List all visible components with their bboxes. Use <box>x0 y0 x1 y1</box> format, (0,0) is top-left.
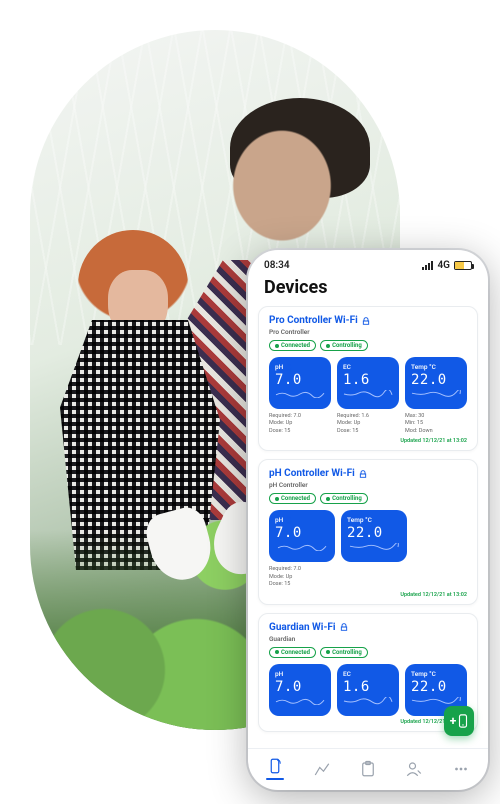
sparkline <box>343 390 393 398</box>
tab-more[interactable] <box>444 760 478 778</box>
status-bar: 08:34 4G <box>248 250 488 275</box>
device-card[interactable]: pH Controller Wi-Fi pH Controller Connec… <box>258 459 478 604</box>
metric-value: 1.6 <box>343 372 370 388</box>
metric-tile-ec[interactable]: EC 1.6 <box>337 357 399 409</box>
metric-value: 7.0 <box>275 525 302 541</box>
sparkline <box>275 390 325 398</box>
device-card[interactable]: Pro Controller Wi-Fi Pro Controller Conn… <box>258 306 478 451</box>
updated-label: Updated 12/12/21 at 13:02 <box>269 438 467 444</box>
chart-icon <box>313 760 331 778</box>
status-controlling-pill: Controlling <box>320 647 368 658</box>
metric-tile-ph[interactable]: pH 7.0 <box>269 357 331 409</box>
lock-icon <box>285 363 293 371</box>
device-icon <box>458 714 468 728</box>
lock-icon <box>285 516 293 524</box>
metric-tile-ph[interactable]: pH 7.0 <box>269 510 335 562</box>
device-title: Pro Controller Wi-Fi <box>269 315 358 326</box>
metric-tile-temp[interactable]: Temp °C 22.0 <box>405 357 467 409</box>
device-title: pH Controller Wi-Fi <box>269 468 355 479</box>
metric-meta: Max: 30Min: 15Mod: Down <box>405 413 467 435</box>
status-connected-pill: Connected <box>269 340 316 351</box>
device-list[interactable]: Pro Controller Wi-Fi Pro Controller Conn… <box>248 306 488 748</box>
network-label: 4G <box>437 260 450 271</box>
metric-tile-temp[interactable]: Temp °C 22.0 <box>341 510 407 562</box>
tab-bar <box>248 748 488 790</box>
user-edit-icon <box>405 760 423 778</box>
metric-meta: Required: 1.6Mode: UpDose: 15 <box>337 413 399 435</box>
tab-charts[interactable] <box>305 760 339 778</box>
sparkline <box>275 697 325 705</box>
status-controlling-pill: Controlling <box>320 340 368 351</box>
metric-meta: Required: 7.0Mode: UpDose: 15 <box>269 413 331 435</box>
metric-value: 22.0 <box>347 525 383 541</box>
clipboard-icon <box>359 760 377 778</box>
metric-value: 1.6 <box>343 679 370 695</box>
device-subtitle: pH Controller <box>269 481 467 489</box>
metric-value: 7.0 <box>275 679 302 695</box>
phone-mockup: 08:34 4G Devices Pro Controller Wi-Fi Pr… <box>248 250 488 790</box>
metric-value: 22.0 <box>411 372 447 388</box>
devices-icon <box>266 757 284 775</box>
updated-label: Updated 12/12/21 at 13:02 <box>269 719 467 725</box>
wifi-lock-icon <box>362 317 370 325</box>
signal-icon <box>422 261 433 270</box>
metric-value: 7.0 <box>275 372 302 388</box>
add-device-button[interactable]: + <box>444 706 474 736</box>
battery-icon <box>454 261 472 270</box>
metric-tile-ph[interactable]: pH 7.0 <box>269 664 331 716</box>
status-controlling-pill: Controlling <box>320 493 368 504</box>
status-time: 08:34 <box>264 260 290 271</box>
status-connected-pill: Connected <box>269 493 316 504</box>
device-subtitle: Guardian <box>269 635 467 643</box>
tab-logs[interactable] <box>351 760 385 778</box>
metric-meta: Required: 7.0Mode: UpDose: 15 <box>269 566 331 588</box>
device-subtitle: Pro Controller <box>269 328 467 336</box>
device-title: Guardian Wi-Fi <box>269 622 336 633</box>
metric-tile-ec[interactable]: EC 1.6 <box>337 664 399 716</box>
wifi-lock-icon <box>340 623 348 631</box>
metric-value: 22.0 <box>411 679 447 695</box>
updated-label: Updated 12/12/21 at 13:02 <box>269 592 467 598</box>
status-connected-pill: Connected <box>269 647 316 658</box>
sparkline <box>411 390 461 398</box>
page-title: Devices <box>248 275 488 306</box>
tab-devices[interactable] <box>258 757 292 780</box>
tab-profile[interactable] <box>397 760 431 778</box>
more-icon <box>452 760 470 778</box>
sparkline <box>347 543 401 551</box>
sparkline <box>343 697 393 705</box>
sparkline <box>275 543 329 551</box>
sparkline <box>411 697 461 705</box>
wifi-lock-icon <box>359 470 367 478</box>
